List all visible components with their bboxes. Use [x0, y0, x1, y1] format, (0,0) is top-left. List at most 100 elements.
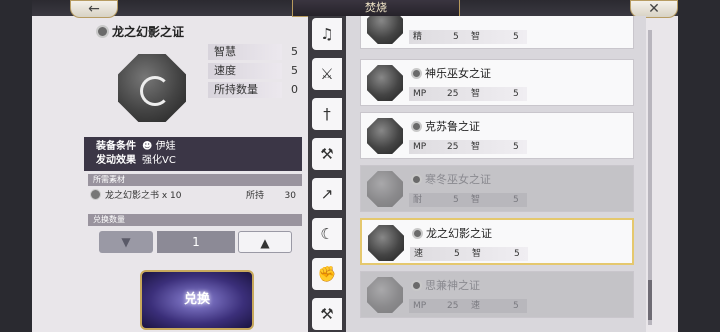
item-stats: MP 25 智 5	[409, 140, 527, 154]
whistle-icon[interactable]: ♫	[312, 18, 342, 50]
stat-row: 速度 5	[208, 63, 300, 79]
stat-label: 精	[413, 32, 423, 42]
dagger-icon[interactable]: †	[312, 98, 342, 130]
item-name: 克苏鲁之证	[411, 118, 480, 134]
spear-icon[interactable]: ↗	[312, 178, 342, 210]
list-item-selected[interactable]: 龙之幻影之证 速 5 智 5	[360, 218, 634, 265]
stat-label: 智	[471, 142, 481, 152]
category-tabs: ♫ ⚔ † ⚒ ↗ ☾ ✊ ⚒	[308, 16, 346, 332]
quantity-header: 兑换数量	[88, 214, 302, 226]
stat-value: 25	[447, 89, 459, 99]
emblem-icon	[411, 121, 422, 132]
right-frame	[678, 0, 720, 332]
quantity-stepper: ▼ 1 ▲	[84, 231, 304, 253]
equip-value: 伊娃	[155, 141, 176, 152]
stat-value: 5	[513, 301, 519, 311]
emblem-icon	[412, 228, 423, 239]
list-item[interactable]: 寒冬巫女之证 耐 5 智 5	[360, 165, 634, 212]
stat-value: 25	[447, 301, 459, 311]
page-title: 焚烧	[292, 0, 460, 17]
emblem-icon	[411, 68, 422, 79]
item-name: 寒冬巫女之证	[411, 171, 491, 187]
item-stats: MP 25 智 5	[409, 87, 527, 101]
item-stats: MP 25 速 5	[409, 299, 527, 313]
back-arrow-icon: ←	[88, 1, 100, 17]
stat-label: 智	[472, 249, 482, 259]
stat-value: 5	[514, 249, 520, 259]
stat-label: 智	[471, 89, 481, 99]
emblem-icon	[96, 25, 109, 38]
stat-value: 25	[447, 142, 459, 152]
material-name: 龙之幻影之书 x 10	[105, 191, 182, 201]
list-item[interactable]: 精 5 智 5	[360, 16, 634, 49]
stat-row: 智慧 5	[208, 44, 300, 60]
stat-value: 5	[291, 45, 298, 58]
list-item[interactable]: 思兼神之证 MP 25 速 5	[360, 271, 634, 318]
item-gem-icon	[367, 16, 403, 44]
stat-label: MP	[413, 89, 427, 99]
quantity-value: 1	[157, 231, 235, 253]
stat-value: 5	[291, 64, 298, 77]
gauntlet-icon[interactable]: ✊	[312, 258, 342, 290]
left-frame	[0, 0, 32, 332]
stat-value: 5	[513, 89, 519, 99]
item-gem-icon	[118, 54, 186, 122]
item-name-text: 寒冬巫女之证	[425, 173, 491, 186]
axe-icon[interactable]: ⚒	[312, 138, 342, 170]
stat-label: MP	[413, 301, 427, 311]
stat-label: 所持数量	[208, 82, 282, 98]
item-name: 龙之幻影之证	[112, 25, 185, 39]
sword-icon[interactable]: ⚔	[312, 58, 342, 90]
item-stats: 精 5 智 5	[409, 30, 527, 44]
item-name-text: 思兼神之证	[425, 279, 480, 292]
hammer-icon[interactable]: ⚒	[312, 298, 342, 330]
stat-value: 5	[453, 32, 459, 42]
stat-value: 5	[513, 142, 519, 152]
item-title: 龙之幻影之证	[96, 23, 184, 40]
requirements-box: 装备条件 ☻ 伊娃 发动效果 强化VC	[84, 137, 302, 171]
stat-label: 智	[471, 32, 481, 42]
emblem-icon	[411, 280, 422, 291]
close-x-icon: ✕	[648, 1, 660, 17]
emblem-icon	[411, 174, 422, 185]
item-gem-icon	[367, 171, 403, 207]
increase-button[interactable]: ▲	[238, 231, 292, 253]
bow-icon[interactable]: ☾	[312, 218, 342, 250]
stat-label: 速度	[208, 63, 282, 79]
stat-label: 智	[471, 195, 481, 205]
item-name: 思兼神之证	[411, 277, 480, 293]
materials-header: 所需素材	[88, 174, 302, 186]
person-icon: ☻	[142, 141, 153, 152]
stat-label: 速	[414, 249, 424, 259]
stat-value: 5	[454, 249, 460, 259]
item-name-text: 克苏鲁之证	[425, 120, 480, 133]
list-item[interactable]: 神乐巫女之证 MP 25 智 5	[360, 59, 634, 106]
stat-label: 耐	[413, 195, 423, 205]
exchange-button[interactable]: 兑换	[140, 270, 254, 330]
item-gem-icon	[367, 65, 403, 101]
item-name: 神乐巫女之证	[411, 65, 491, 81]
list-item[interactable]: 克苏鲁之证 MP 25 智 5	[360, 112, 634, 159]
item-gem-icon	[367, 277, 403, 313]
decrease-button[interactable]: ▼	[99, 231, 153, 253]
stat-label: 智慧	[208, 44, 282, 60]
scrollbar-thumb[interactable]	[648, 280, 652, 320]
book-icon	[90, 189, 101, 200]
item-name-text: 神乐巫女之证	[425, 67, 491, 80]
equip-label: 装备条件	[96, 141, 136, 152]
item-name: 龙之幻影之证	[412, 225, 492, 241]
item-gem-icon	[367, 118, 403, 154]
stat-label: 速	[471, 301, 481, 311]
material-row: 龙之幻影之书 x 10 所持 30	[88, 187, 302, 205]
stat-value: 5	[513, 195, 519, 205]
stat-row: 所持数量 0	[208, 82, 300, 98]
stat-value: 0	[291, 83, 298, 96]
item-name-text: 龙之幻影之证	[426, 227, 492, 240]
item-list: 精 5 智 5 神乐巫女之证 MP 25 智 5 克苏鲁之证 MP 25 智 5 寒冬巫女之…	[346, 16, 646, 332]
item-stats: 速 5 智 5	[410, 247, 528, 261]
stat-value: 5	[513, 32, 519, 42]
effect-label: 发动效果	[96, 155, 136, 166]
effect-value: 强化VC	[142, 155, 176, 166]
item-gem-icon	[368, 225, 404, 261]
item-detail-panel: 龙之幻影之证 智慧 5 速度 5 所持数量 0 装备条件 ☻ 伊娃 发动效果 强化VC 所…	[84, 16, 306, 332]
